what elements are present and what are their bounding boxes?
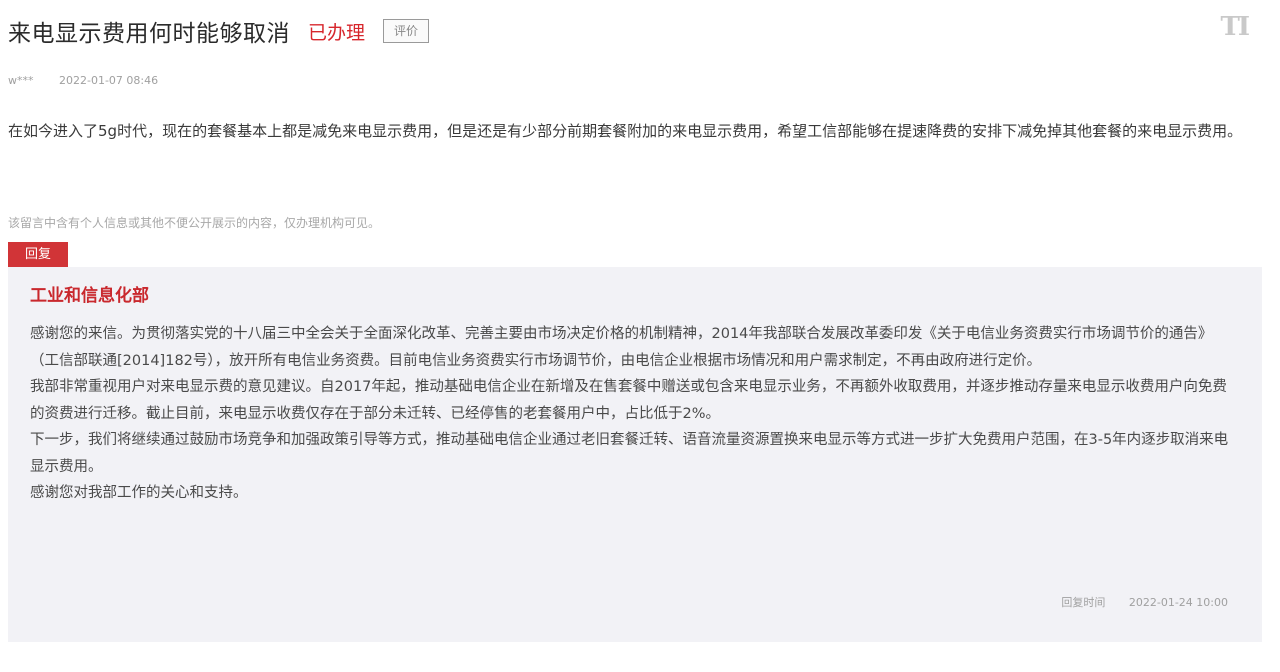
reply-content: 感谢您的来信。为贯彻落实党的十八届三中全会关于全面深化改革、完善主要由市场决定价… [30,321,1234,507]
message-body: 在如今进入了5g时代，现在的套餐基本上都是减免来电显示费用，但是还是有少部分前期… [8,122,1243,140]
reply-department: 工业和信息化部 [30,286,149,306]
message-meta: w*** 2022-01-07 08:46 [8,74,158,87]
message-author: w*** [8,74,34,87]
reply-paragraph: 我部非常重视用户对来电显示费的意见建议。自2017年起，推动基础电信企业在新增及… [30,379,1227,422]
message-detail-page: 来电显示费用何时能够取消 已办理 评价 TI w*** 2022-01-07 0… [0,0,1280,672]
title-row: 来电显示费用何时能够取消 已办理 评价 [8,14,430,48]
reply-tab: 回复 [8,242,68,267]
reply-paragraph: 下一步，我们将继续通过鼓励市场竞争和加强政策引导等方式，推动基础电信企业通过老旧… [30,432,1229,475]
message-time: 2022-01-07 08:46 [59,74,159,87]
page-title: 来电显示费用何时能够取消 [8,21,290,47]
reply-paragraph: 感谢您的来信。为贯彻落实党的十八届三中全会关于全面深化改革、完善主要由市场决定价… [30,326,1213,369]
reply-time: 回复时间 2022-01-24 10:00 [1061,594,1228,610]
reply-time-value: 2022-01-24 10:00 [1128,596,1228,609]
evaluate-button[interactable]: 评价 [383,19,430,43]
reply-panel: 工业和信息化部 感谢您的来信。为贯彻落实党的十八届三中全会关于全面深化改革、完善… [8,267,1262,642]
brand-logo: TI [1220,12,1249,42]
privacy-notice: 该留言中含有个人信息或其他不便公开展示的内容，仅办理机构可见。 [8,216,381,230]
reply-time-label: 回复时间 [1061,596,1106,609]
reply-paragraph: 感谢您对我部工作的关心和支持。 [30,485,248,501]
status-badge: 已办理 [308,21,366,44]
